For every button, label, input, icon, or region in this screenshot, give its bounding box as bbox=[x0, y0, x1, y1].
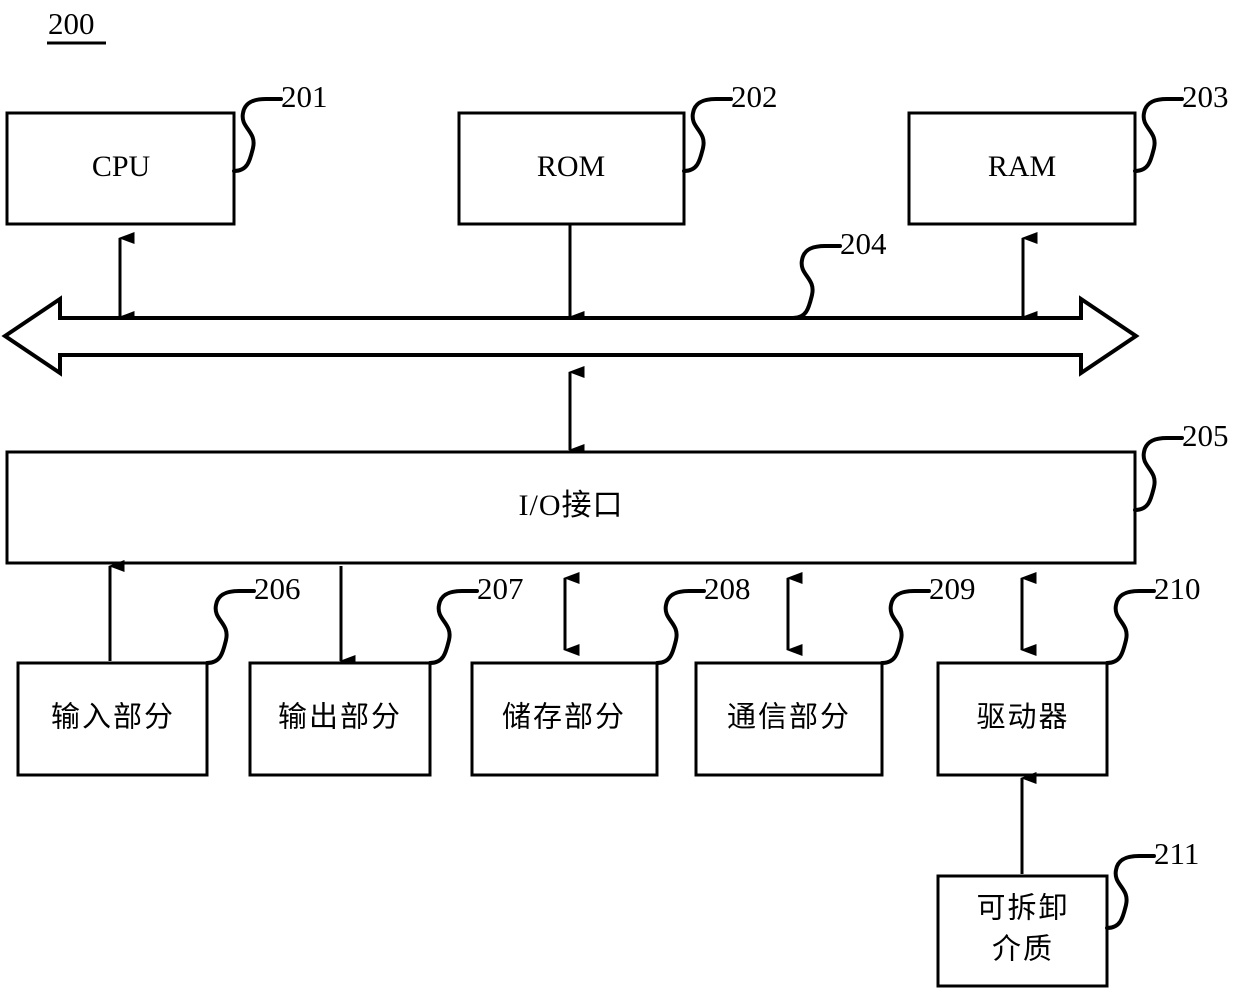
block-io-interface: I/O接口 bbox=[5, 450, 1137, 565]
figure-number-group: 200 bbox=[47, 6, 106, 45]
leader-input: 206 bbox=[205, 571, 301, 665]
media-ref-number: 211 bbox=[1154, 836, 1199, 871]
storage-ref-number: 208 bbox=[704, 571, 751, 606]
storage-leader-line bbox=[655, 589, 706, 665]
io-leader-line bbox=[1133, 436, 1184, 512]
block-storage: 储存部分 bbox=[470, 661, 659, 777]
leader-rom: 202 bbox=[682, 79, 778, 173]
bus-ref-number: 204 bbox=[840, 226, 887, 261]
storage-label: 储存部分 bbox=[502, 701, 626, 734]
input-ref-number: 206 bbox=[254, 571, 301, 606]
io-interface-label: I/O接口 bbox=[519, 489, 624, 522]
leader-media: 211 bbox=[1105, 836, 1199, 930]
cpu-leader-line bbox=[232, 97, 283, 173]
media-label-line2: 介质 bbox=[992, 933, 1054, 966]
comm-leader-line bbox=[880, 589, 931, 665]
comm-ref-number: 209 bbox=[929, 571, 976, 606]
leader-driver: 210 bbox=[1105, 571, 1201, 665]
rom-label: ROM bbox=[537, 150, 605, 183]
io-ref-number: 205 bbox=[1182, 418, 1229, 453]
leader-comm: 209 bbox=[880, 571, 976, 665]
ram-ref-number: 203 bbox=[1182, 79, 1229, 114]
block-ram: RAM bbox=[907, 111, 1137, 226]
output-ref-number: 207 bbox=[477, 571, 524, 606]
input-leader-line bbox=[205, 589, 256, 665]
leader-io: 205 bbox=[1133, 418, 1229, 512]
bus-leader-line bbox=[791, 244, 842, 320]
block-media: 可拆卸 介质 bbox=[936, 874, 1109, 988]
leader-ram: 203 bbox=[1133, 79, 1229, 173]
rom-ref-number: 202 bbox=[731, 79, 778, 114]
leader-cpu: 201 bbox=[232, 79, 328, 173]
block-cpu: CPU bbox=[5, 111, 236, 226]
block-input: 输入部分 bbox=[16, 661, 209, 777]
media-leader-line bbox=[1105, 854, 1156, 930]
figure-number: 200 bbox=[48, 6, 95, 41]
leader-storage: 208 bbox=[655, 571, 751, 665]
output-leader-line bbox=[428, 589, 479, 665]
driver-label: 驱动器 bbox=[976, 702, 1069, 734]
diagram-canvas: 200 CPU 201 ROM 202 RAM 203 204 I/O接口 20… bbox=[1, 6, 1229, 988]
comm-label: 通信部分 bbox=[727, 701, 851, 734]
block-driver: 驱动器 bbox=[936, 661, 1109, 777]
ram-label: RAM bbox=[988, 150, 1056, 183]
figure-diagram-200: 200 CPU 201 ROM 202 RAM 203 204 I/O接口 20… bbox=[0, 0, 1239, 992]
leader-bus: 204 bbox=[791, 226, 887, 320]
rom-leader-line bbox=[682, 97, 733, 173]
driver-leader-line bbox=[1105, 589, 1156, 665]
ram-leader-line bbox=[1133, 97, 1184, 173]
block-output: 输出部分 bbox=[248, 661, 432, 777]
block-rom: ROM bbox=[457, 111, 686, 226]
leader-output: 207 bbox=[428, 571, 524, 665]
output-label: 输出部分 bbox=[278, 701, 402, 734]
cpu-ref-number: 201 bbox=[281, 79, 328, 114]
media-label-line1: 可拆卸 bbox=[976, 892, 1069, 925]
driver-ref-number: 210 bbox=[1154, 571, 1201, 606]
block-comm: 通信部分 bbox=[694, 661, 884, 777]
cpu-label: CPU bbox=[92, 150, 151, 183]
input-label: 输入部分 bbox=[51, 701, 175, 734]
